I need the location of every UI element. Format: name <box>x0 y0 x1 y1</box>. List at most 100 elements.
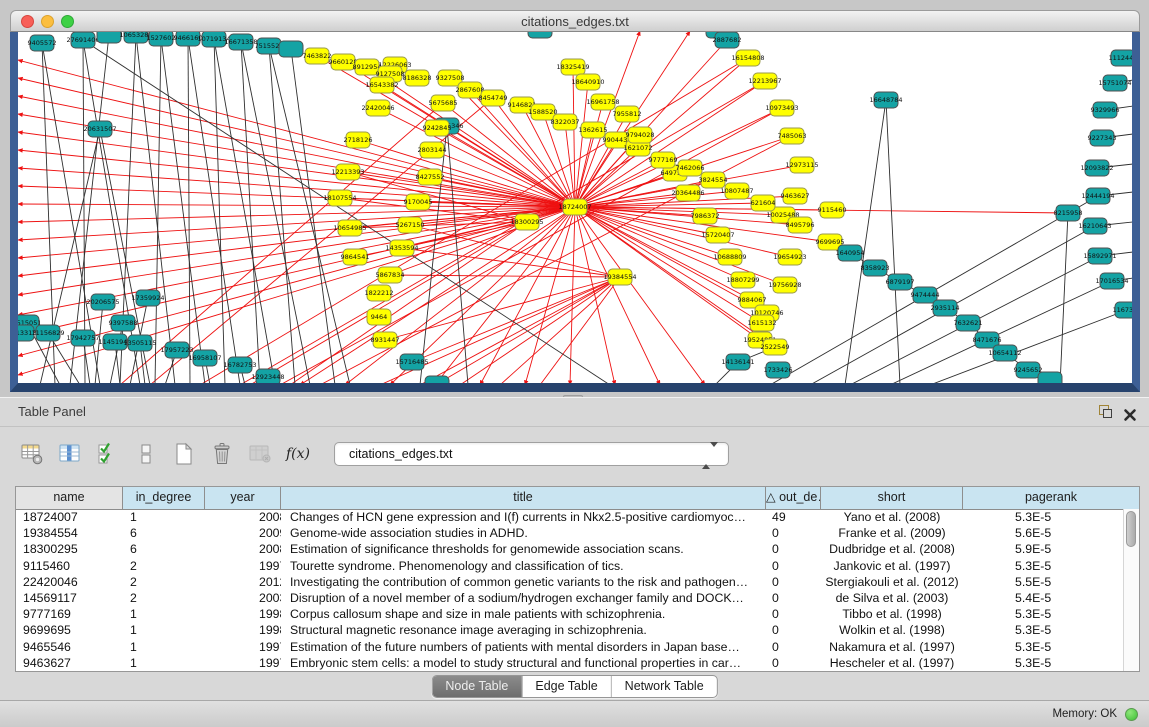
table-row[interactable]: 1872400712008Changes of HCN gene express… <box>16 509 1139 525</box>
graph-node[interactable]: 18325419 <box>556 59 589 75</box>
graph-node[interactable]: 2887682 <box>713 32 742 48</box>
graph-node[interactable]: 27691406 <box>66 32 99 48</box>
graph-node[interactable]: 16671358 <box>224 34 257 50</box>
column-header[interactable]: in_degree <box>123 487 205 509</box>
new-table-button[interactable] <box>170 440 198 468</box>
table-row[interactable]: 2242004622012Investigating the contribut… <box>16 574 1139 590</box>
graph-node[interactable]: 19384554 <box>603 269 636 285</box>
graph-node[interactable] <box>97 32 121 43</box>
graph-node[interactable] <box>279 41 303 57</box>
graph-node[interactable]: 16782753 <box>223 357 256 373</box>
graph-node[interactable]: 3824554 <box>699 172 728 188</box>
graph-node[interactable]: 10973493 <box>765 100 798 116</box>
graph-node[interactable]: 12213393 <box>331 164 364 180</box>
graph-node[interactable]: 10688809 <box>713 249 746 265</box>
graph-node[interactable]: 8358923 <box>861 260 890 276</box>
graph-node[interactable]: 1733426 <box>764 362 793 378</box>
show-columns-button[interactable] <box>56 440 84 468</box>
column-header[interactable]: short <box>821 487 963 509</box>
graph-node[interactable]: 1640954 <box>836 245 865 261</box>
graph-node[interactable]: 8931447 <box>371 332 400 348</box>
graph-node[interactable]: 15720407 <box>701 227 734 243</box>
graph-node[interactable]: 1527602 <box>147 32 176 46</box>
graph-node[interactable]: 621604 <box>751 195 776 211</box>
memory-ok-icon[interactable] <box>1125 708 1138 721</box>
graph-node[interactable]: 16210643 <box>1078 218 1111 234</box>
graph-node[interactable]: 9242845 <box>423 120 452 136</box>
table-row[interactable]: 946554611997Estimation of the future num… <box>16 639 1139 655</box>
graph-node[interactable]: 8427552 <box>416 169 445 185</box>
graph-node[interactable]: 7485063 <box>778 128 807 144</box>
graph-node[interactable]: 2718126 <box>344 132 373 148</box>
graph-node[interactable]: 5675685 <box>429 95 458 111</box>
graph-node[interactable]: 12213967 <box>748 73 781 89</box>
table-row[interactable]: 911546021997Tourette syndrome. Phenomeno… <box>16 558 1139 574</box>
graph-node[interactable]: 8495796 <box>786 217 815 233</box>
table-settings-button[interactable] <box>18 440 46 468</box>
float-panel-icon[interactable] <box>1099 405 1113 419</box>
table-row[interactable]: 946362711997Embryonic stem cells: a mode… <box>16 655 1139 671</box>
graph-node[interactable]: 1822212 <box>365 285 394 301</box>
table-row[interactable]: 1456911722003Disruption of a novel membe… <box>16 590 1139 606</box>
graph-node[interactable]: 9463627 <box>781 188 810 204</box>
column-header[interactable]: year <box>205 487 281 509</box>
table-row[interactable]: 1830029562008Estimation of significance … <box>16 541 1139 557</box>
graph-node[interactable]: 22420046 <box>361 100 394 116</box>
graph-node[interactable]: 9397588 <box>109 315 138 331</box>
graph-node[interactable]: 16648784 <box>869 92 902 108</box>
graph-node[interactable]: 8215958 <box>1054 205 1083 221</box>
table-vertical-scrollbar[interactable] <box>1123 509 1139 671</box>
column-header[interactable]: title <box>281 487 766 509</box>
graph-node[interactable]: 20206575 <box>86 294 119 310</box>
graph-node[interactable]: 19654923 <box>773 249 806 265</box>
graph-node[interactable]: 8454749 <box>479 90 508 106</box>
graph-node[interactable]: 14353594 <box>385 240 418 256</box>
graph-node[interactable]: 16154808 <box>731 50 764 66</box>
graph-node[interactable]: 5867834 <box>376 267 405 283</box>
tab-edge-table[interactable]: Edge Table <box>521 676 610 697</box>
graph-node[interactable]: 15751074 <box>1098 75 1131 91</box>
graph-node[interactable]: 12923448 <box>251 369 284 383</box>
window-titlebar[interactable]: citations_edges.txt <box>10 10 1140 32</box>
graph-node[interactable]: 7463822 <box>303 48 332 64</box>
graph-node[interactable]: 19756928 <box>768 277 801 293</box>
graph-node[interactable]: 17359924 <box>131 290 164 306</box>
network-canvas[interactable]: 9405572276914061065328715276029466160107… <box>18 32 1132 383</box>
graph-node[interactable]: 9329966 <box>1091 102 1120 118</box>
tab-node-table[interactable]: Node Table <box>432 676 521 697</box>
graph-node[interactable]: 18300295 <box>510 214 543 230</box>
graph-node[interactable]: 18640910 <box>571 74 604 90</box>
graph-node[interactable]: 16961758 <box>586 94 619 110</box>
graph-node[interactable]: 7632621 <box>954 315 983 331</box>
graph-node[interactable]: 11156829 <box>31 325 64 341</box>
select-columns-button[interactable] <box>94 440 122 468</box>
graph-node[interactable]: 10654985 <box>333 220 366 236</box>
graph-node[interactable]: 2935114 <box>931 300 960 316</box>
graph-node[interactable]: 18724007 <box>558 199 591 215</box>
graph-node[interactable]: 16543382 <box>365 77 398 93</box>
tab-network-table[interactable]: Network Table <box>611 676 717 697</box>
graph-node[interactable]: 10654112 <box>988 345 1021 361</box>
table-row[interactable]: 1938455462009Genome-wide association stu… <box>16 525 1139 541</box>
graph-node[interactable] <box>1038 372 1062 383</box>
close-panel-icon[interactable] <box>1123 404 1137 418</box>
graph-node[interactable]: 20631507 <box>83 121 116 137</box>
graph-node[interactable]: 7986372 <box>691 208 720 224</box>
function-builder-button[interactable]: f(x) <box>284 440 312 468</box>
graph-node[interactable]: 7462066 <box>676 160 705 176</box>
graph-node[interactable]: 12444194 <box>1081 188 1114 204</box>
graph-node[interactable]: 8813074 <box>526 32 555 38</box>
graph-node[interactable]: 18807299 <box>726 272 759 288</box>
row-toggles-button[interactable] <box>132 440 160 468</box>
graph-node[interactable]: 7955812 <box>613 106 642 122</box>
graph-node[interactable]: 16958107 <box>188 350 221 366</box>
graph-node[interactable]: 9464 <box>367 309 391 325</box>
graph-node[interactable]: 5267150 <box>396 217 425 233</box>
column-header[interactable]: △ out_de… <box>766 487 821 509</box>
graph-node[interactable]: 17942757 <box>66 330 99 346</box>
column-header[interactable]: name <box>16 487 123 509</box>
graph-node[interactable]: 9794028 <box>626 127 655 143</box>
delete-column-button[interactable] <box>208 440 236 468</box>
graph-node[interactable]: 13505115 <box>123 335 156 351</box>
graph-node[interactable]: 9115460 <box>818 202 847 218</box>
